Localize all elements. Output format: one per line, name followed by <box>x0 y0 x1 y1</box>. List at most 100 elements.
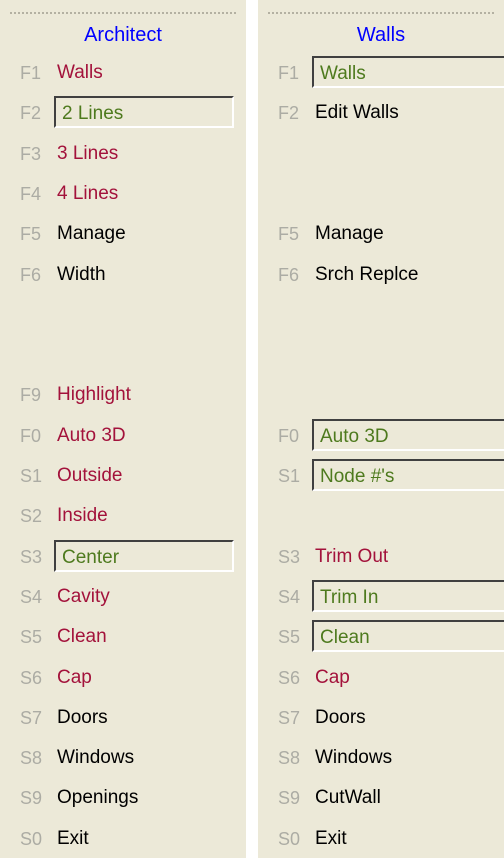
menu-item-label: Center <box>54 539 234 572</box>
menu-item-label: Exit <box>57 827 89 849</box>
function-key-label: F2 <box>20 103 42 124</box>
function-key-label: F2 <box>278 103 300 124</box>
menu-item-label: Srch Replce <box>315 263 419 285</box>
menu-item-4-lines[interactable]: F4 4 Lines <box>0 175 246 211</box>
function-key-label: S4 <box>278 586 301 607</box>
menu-title: Walls <box>356 24 406 46</box>
menu-item-manage[interactable]: F5 Manage <box>258 215 504 251</box>
menu-item-cavity[interactable]: S4 Cavity <box>0 578 246 614</box>
menu-item-label: Windows <box>57 747 135 769</box>
menu-item-cap[interactable]: S6 Cap <box>258 659 504 695</box>
menu-item-label: Openings <box>57 787 139 809</box>
function-key-label: S8 <box>20 748 43 769</box>
menu-item-label: Exit <box>315 827 347 849</box>
menu-item-label: Outside <box>57 465 123 486</box>
menu-item-label: Width <box>57 263 106 285</box>
function-key-label: S1 <box>278 466 301 486</box>
menu-item-label: Walls <box>57 62 103 83</box>
menu-item-label: Doors <box>57 706 108 728</box>
menu-item-outside[interactable]: S1 Outside <box>0 457 246 493</box>
function-key-label: F6 <box>20 264 42 285</box>
panel-grip[interactable] <box>10 12 236 14</box>
menu-item-trim-in[interactable]: S4 Trim In <box>258 578 504 614</box>
function-key-label: S3 <box>278 546 301 567</box>
menu-title: Architect <box>84 24 162 46</box>
function-key-label: S0 <box>278 828 301 849</box>
menu-item-label: Clean <box>312 620 504 653</box>
menu-item-cap[interactable]: S6 Cap <box>0 659 246 695</box>
menu-item-label: Trim In <box>312 579 504 612</box>
menu-item-label: Cavity <box>57 585 110 607</box>
menu-item-auto-3d[interactable]: F0 Auto 3D <box>0 417 246 453</box>
function-key-label: F0 <box>20 425 42 446</box>
menu-item-windows[interactable]: S8 Windows <box>258 739 504 775</box>
menu-item-label: CutWall <box>315 787 381 809</box>
menu-item-label: Auto 3D <box>57 424 126 446</box>
walls-menu-panel: Walls F1 Walls F2 Edit Walls F5 Manage F6 Srch … <box>258 0 504 858</box>
menu-item-srch-replce[interactable]: F6 Srch Replce <box>258 256 504 292</box>
function-key-label: S6 <box>20 667 43 688</box>
function-key-label: F4 <box>20 183 42 204</box>
function-key-label: S5 <box>20 627 43 648</box>
function-key-label: S9 <box>20 788 43 809</box>
function-key-label: S7 <box>20 707 43 728</box>
menu-item-clean[interactable]: S5 Clean <box>258 618 504 654</box>
menu-item-walls[interactable]: F1 Walls <box>258 54 504 90</box>
menu-item-openings[interactable]: S9 Openings <box>0 779 246 815</box>
menu-item-label: Cap <box>57 666 92 688</box>
menu-item-clean[interactable]: S5 Clean <box>0 618 246 654</box>
menu-item-label: Edit Walls <box>315 102 399 124</box>
menu-item-exit[interactable]: S0 Exit <box>0 820 246 856</box>
menu-item-2-lines[interactable]: F2 2 Lines <box>0 94 246 130</box>
menu-item-node-s[interactable]: S1 Node #'s <box>258 457 504 493</box>
menu-item-highlight[interactable]: F9 Highlight <box>0 376 246 412</box>
menu-item-trim-out[interactable]: S3 Trim Out <box>258 538 504 574</box>
menu-item-width[interactable]: F6 Width <box>0 256 246 292</box>
function-key-label: S4 <box>20 586 43 607</box>
menu-item-label: Windows <box>315 747 393 769</box>
menu-item-edit-walls[interactable]: F2 Edit Walls <box>258 94 504 130</box>
menu-item-auto-3d[interactable]: F0 Auto 3D <box>258 417 504 453</box>
menu-item-doors[interactable]: S7 Doors <box>0 699 246 735</box>
function-key-label: F9 <box>20 385 42 406</box>
function-key-label: S8 <box>278 748 301 769</box>
function-key-label: S9 <box>278 788 301 809</box>
menu-item-windows[interactable]: S8 Windows <box>0 739 246 775</box>
menu-item-doors[interactable]: S7 Doors <box>258 699 504 735</box>
menu-item-inside[interactable]: S2 Inside <box>0 497 246 533</box>
menu-item-label: Node #'s <box>312 459 504 491</box>
menu-item-label: Walls <box>312 56 504 88</box>
menu-item-label: Cap <box>315 666 350 688</box>
function-key-label: S5 <box>278 627 301 648</box>
function-key-label: S0 <box>20 828 43 849</box>
menu-item-center[interactable]: S3 Center <box>0 538 246 574</box>
function-key-label: S6 <box>278 667 301 688</box>
menu-item-cutwall[interactable]: S9 CutWall <box>258 779 504 815</box>
menu-item-label: Manage <box>315 223 384 245</box>
architect-menu-panel: Architect F1 Walls F2 2 Lines F3 3 Lines F4 4 L… <box>0 0 246 858</box>
function-key-label: F3 <box>20 143 42 164</box>
function-key-label: F5 <box>20 224 42 245</box>
menu-item-label: Doors <box>315 706 366 728</box>
function-key-label: S1 <box>20 466 43 486</box>
function-key-label: F6 <box>278 264 300 285</box>
menu-item-label: Auto 3D <box>312 418 504 451</box>
menu-item-walls[interactable]: F1 Walls <box>0 54 246 90</box>
menu-item-label: Manage <box>57 223 126 245</box>
function-key-label: F5 <box>278 224 300 245</box>
menu-item-label: 2 Lines <box>54 96 234 129</box>
function-key-label: S2 <box>20 506 43 527</box>
menu-item-3-lines[interactable]: F3 3 Lines <box>0 135 246 171</box>
menu-item-label: 4 Lines <box>57 182 119 204</box>
menu-item-label: Clean <box>57 626 107 648</box>
menu-item-label: Inside <box>57 505 108 527</box>
function-key-label: F0 <box>278 425 300 446</box>
panel-grip[interactable] <box>268 12 494 14</box>
menu-item-label: 3 Lines <box>57 142 119 164</box>
menu-item-label: Trim Out <box>315 545 389 567</box>
function-key-label: F1 <box>278 63 300 83</box>
function-key-label: F1 <box>20 63 42 83</box>
menu-item-exit[interactable]: S0 Exit <box>258 820 504 856</box>
function-key-label: S3 <box>20 546 43 567</box>
menu-item-manage[interactable]: F5 Manage <box>0 215 246 251</box>
